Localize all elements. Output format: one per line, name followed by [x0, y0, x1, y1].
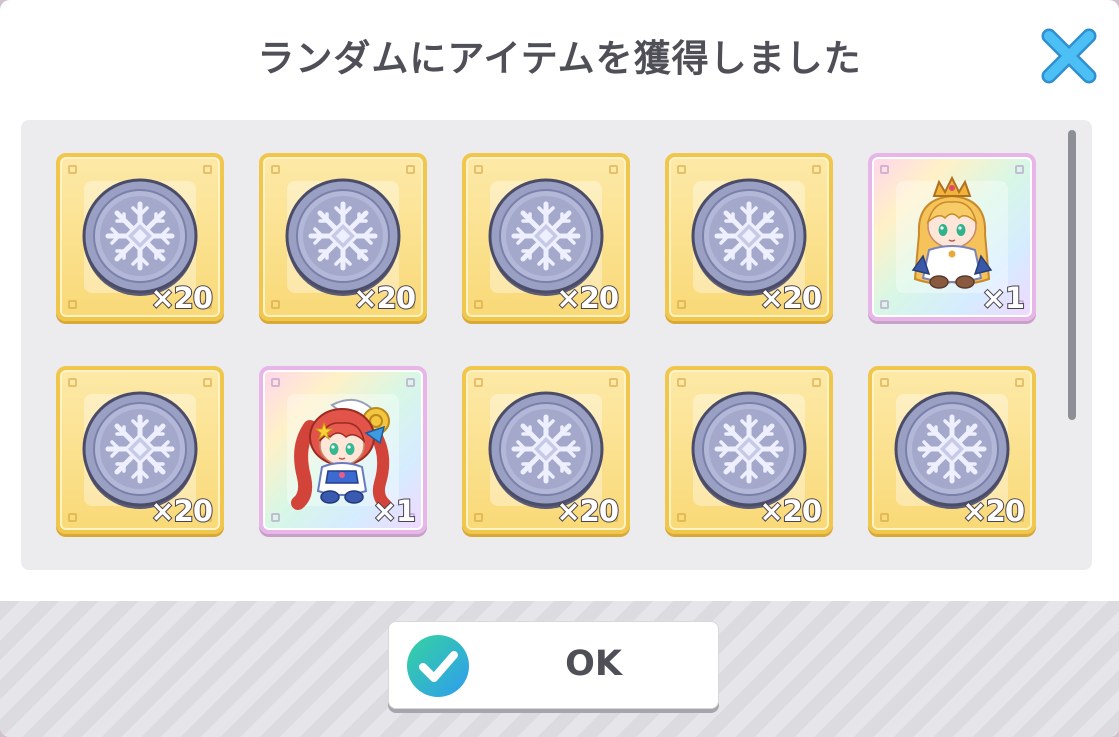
reward-item[interactable]: ×1 — [259, 366, 427, 534]
item-quantity: ×20 — [555, 280, 620, 316]
check-circle-icon — [407, 635, 469, 697]
reward-item[interactable]: ×20 — [462, 153, 630, 321]
reward-item[interactable]: ×20 — [56, 153, 224, 321]
reward-item[interactable]: ×20 — [665, 153, 833, 321]
reward-item[interactable]: ×20 — [56, 366, 224, 534]
item-quantity: ×1 — [981, 280, 1027, 316]
reward-item[interactable]: ×20 — [462, 366, 630, 534]
dialog-title: ランダムにアイテムを獲得しました — [257, 37, 862, 80]
item-quantity: ×20 — [149, 493, 214, 529]
ok-button[interactable]: OK — [388, 621, 719, 709]
scrollbar[interactable] — [1068, 130, 1076, 420]
reward-item[interactable]: ×1 — [868, 153, 1036, 321]
ok-button-label: OK — [565, 644, 622, 684]
close-x-icon — [1041, 28, 1097, 84]
item-quantity: ×20 — [961, 493, 1026, 529]
reward-item[interactable]: ×20 — [259, 153, 427, 321]
item-quantity: ×20 — [352, 280, 417, 316]
item-quantity: ×20 — [149, 280, 214, 316]
scrollbar-thumb[interactable] — [1068, 130, 1076, 420]
item-quantity: ×20 — [555, 493, 620, 529]
reward-dialog: ランダムにアイテムを獲得しました ×20 ×20 ×20 ×20 ×1 ×20 … — [0, 0, 1119, 737]
close-button[interactable] — [1037, 24, 1101, 88]
item-quantity: ×1 — [372, 493, 418, 529]
reward-item[interactable]: ×20 — [868, 366, 1036, 534]
reward-item[interactable]: ×20 — [665, 366, 833, 534]
item-quantity: ×20 — [758, 493, 823, 529]
item-quantity: ×20 — [758, 280, 823, 316]
